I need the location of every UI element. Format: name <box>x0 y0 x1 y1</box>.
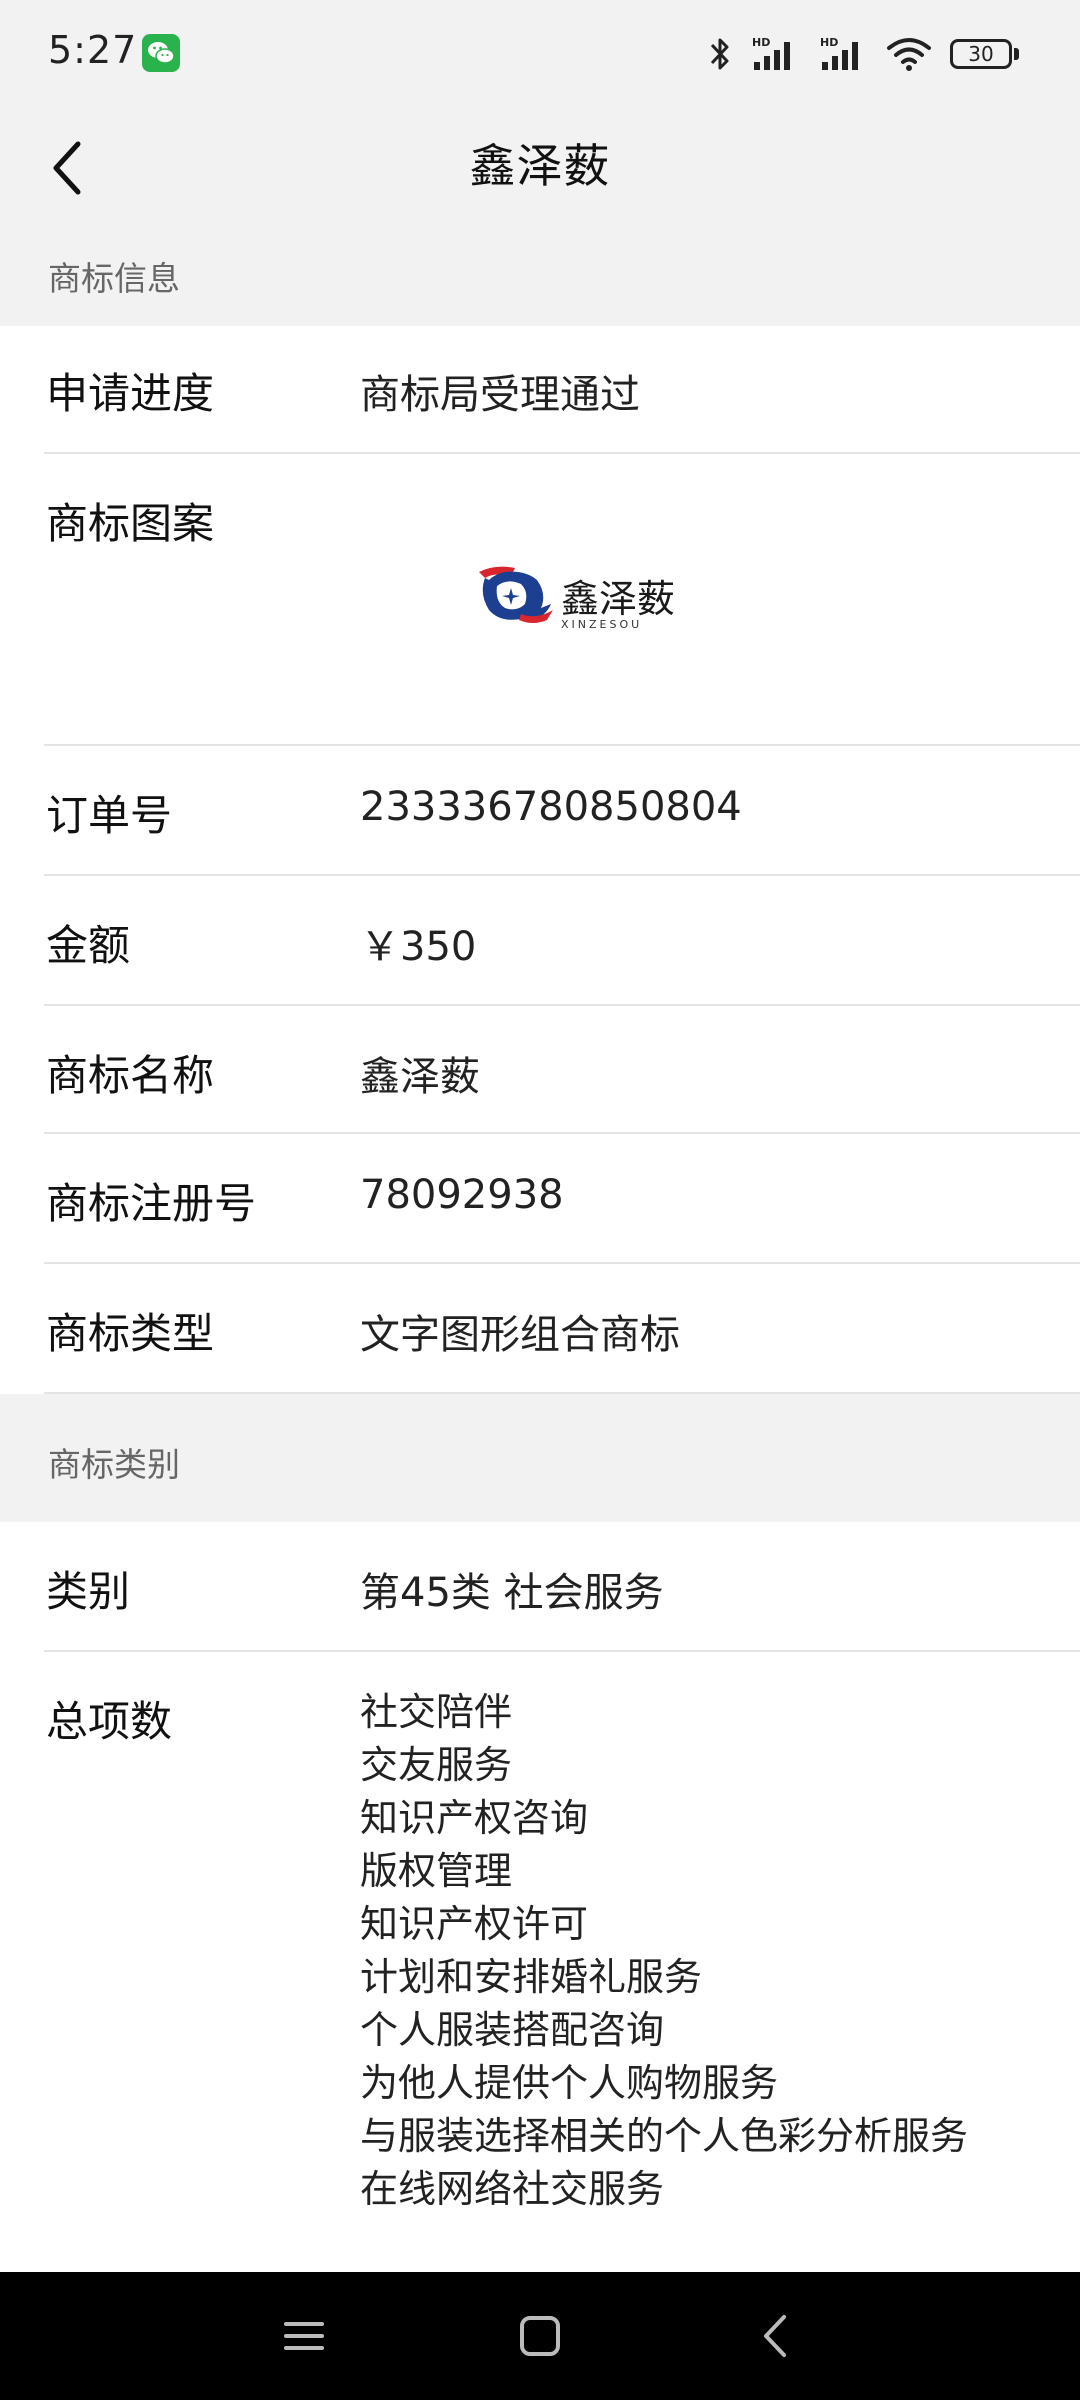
row-value: 78092938 <box>360 1172 564 1218</box>
row-label: 商标图案 <box>46 499 215 548</box>
section-header-category: 商标类别 <box>0 1394 1080 1522</box>
bluetooth-icon <box>710 38 729 70</box>
list-item: 版权管理 <box>360 1849 513 1893</box>
logo-mark-icon <box>479 566 553 623</box>
row-value: 鑫泽薮 <box>360 1054 480 1100</box>
menu-button[interactable] <box>274 2306 334 2366</box>
row-value: 第45类 社会服务 <box>360 1570 664 1616</box>
home-icon <box>520 2316 560 2356</box>
list-item: 知识产权许可 <box>360 1902 589 1946</box>
row-value: 文字图形组合商标 <box>360 1312 680 1358</box>
list-item: 与服装选择相关的个人色彩分析服务 <box>360 2114 969 2158</box>
section-title: 商标信息 <box>48 259 180 298</box>
row-items: 总项数 社交陪伴 交友服务 知识产权咨询 版权管理 知识产权许可 计划和安排婚礼… <box>0 1652 1080 2272</box>
row-label: 类别 <box>46 1567 131 1616</box>
status-icons: HD HD 30 <box>708 30 1020 78</box>
row-trademark-type: 商标类型 文字图形组合商标 <box>0 1264 1080 1394</box>
signal-hd-icon: HD <box>752 36 790 70</box>
row-order-number: 订单号 233336780850804 <box>0 746 1080 876</box>
logo-text: 鑫泽薮 <box>561 577 676 621</box>
home-button[interactable] <box>510 2306 570 2366</box>
row-pattern: 商标图案 鑫泽薮 XINZESOU <box>0 454 1080 746</box>
row-value: ￥350 <box>360 924 477 970</box>
list-item: 知识产权咨询 <box>360 1796 589 1840</box>
row-value: 233336780850804 <box>360 784 742 830</box>
row-amount: 金额 ￥350 <box>0 876 1080 1006</box>
info-card: 申请进度 商标局受理通过 商标图案 鑫泽薮 XINZESOU 订单号 23333… <box>0 326 1080 1394</box>
section-header-info: 商标信息 <box>0 226 1080 326</box>
section-title: 商标类别 <box>48 1445 180 1484</box>
list-item: 社交陪伴 <box>360 1690 513 1734</box>
row-class: 类别 第45类 社会服务 <box>0 1522 1080 1652</box>
svg-text:HD: HD <box>820 36 838 49</box>
signal-hd-icon: HD <box>820 36 858 70</box>
logo-subtext: XINZESOU <box>561 618 643 631</box>
navigation-bar <box>0 2272 1080 2400</box>
row-label: 金额 <box>46 921 131 970</box>
row-progress: 申请进度 商标局受理通过 <box>0 326 1080 454</box>
row-label: 总项数 <box>46 1697 173 1746</box>
list-item: 在线网络社交服务 <box>360 2167 665 2211</box>
list-item: 为他人提供个人购物服务 <box>360 2061 779 2105</box>
wechat-icon <box>142 34 180 72</box>
row-trademark-name: 商标名称 鑫泽薮 <box>0 1006 1080 1134</box>
status-bar: 5:27 HD HD 30 <box>0 0 1080 108</box>
battery-icon: 30 <box>950 37 1020 71</box>
trademark-logo: 鑫泽薮 XINZESOU <box>475 562 675 632</box>
battery-level: 30 <box>968 42 994 66</box>
row-label: 商标类型 <box>46 1309 215 1358</box>
list-item: 个人服装搭配咨询 <box>360 2008 665 2052</box>
back-icon <box>764 2315 786 2357</box>
wifi-icon <box>887 38 931 71</box>
row-label: 商标注册号 <box>46 1179 257 1228</box>
row-label: 申请进度 <box>46 369 215 418</box>
row-label: 商标名称 <box>46 1051 215 1100</box>
system-back-button[interactable] <box>746 2306 806 2366</box>
page-title: 鑫泽薮 <box>469 139 611 193</box>
category-card: 类别 第45类 社会服务 总项数 社交陪伴 交友服务 知识产权咨询 版权管理 知… <box>0 1522 1080 2272</box>
status-time: 5:27 <box>48 28 138 72</box>
list-item: 交友服务 <box>360 1743 513 1787</box>
row-label: 订单号 <box>46 791 173 840</box>
header: 鑫泽薮 <box>0 108 1080 226</box>
list-item: 计划和安排婚礼服务 <box>360 1955 703 1999</box>
menu-icon <box>284 2322 324 2350</box>
svg-text:HD: HD <box>752 36 770 49</box>
row-registration-number: 商标注册号 78092938 <box>0 1134 1080 1264</box>
service-item-list: 社交陪伴 交友服务 知识产权咨询 版权管理 知识产权许可 计划和安排婚礼服务 个… <box>360 1686 968 2216</box>
row-value: 商标局受理通过 <box>360 372 640 418</box>
